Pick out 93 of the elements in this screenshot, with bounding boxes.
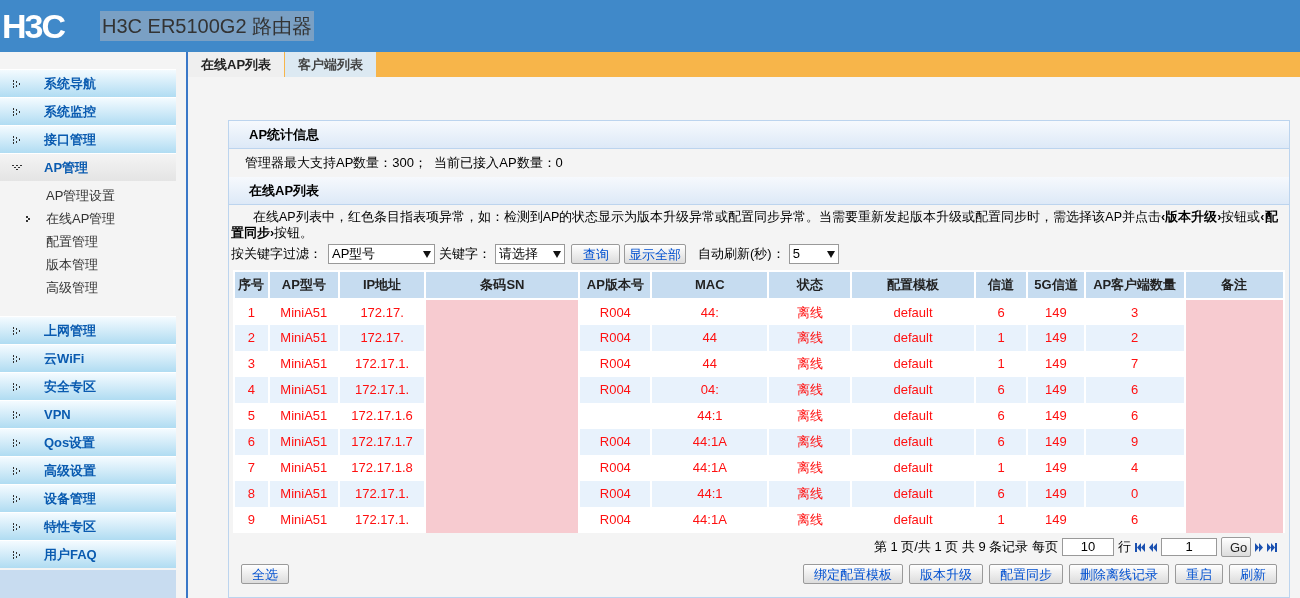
pagination-info: 第 1 页/共 1 页 共 9 条记录 每页 bbox=[873, 538, 1058, 557]
action-button[interactable]: 绑定配置模板 bbox=[803, 564, 903, 584]
collapsed-icon bbox=[12, 494, 22, 503]
collapsed-icon bbox=[12, 79, 22, 88]
submenu-item[interactable]: 在线AP管理 bbox=[0, 207, 176, 230]
collapsed-icon bbox=[12, 550, 22, 559]
last-page-icon[interactable] bbox=[1267, 542, 1277, 552]
action-button[interactable]: 配置同步 bbox=[989, 564, 1063, 584]
collapsed-icon bbox=[12, 354, 22, 363]
notice-text: 在线AP列表中，红色条目指表项异常，如：检测到AP的状态显示为版本升级异常或配置同步异常。当需要重新发起版本升级或配置同步时，需选择该AP并点击‹版本升级›按钮或‹配置同步›按钮。 bbox=[231, 209, 1279, 241]
menu-group[interactable]: 安全专区 bbox=[0, 372, 176, 400]
menu-group[interactable]: 系统监控 bbox=[0, 97, 176, 125]
menu-label: 上网管理 bbox=[44, 321, 96, 340]
menu-group[interactable]: 设备管理 bbox=[0, 484, 176, 512]
menu-group[interactable]: 云WiFi bbox=[0, 344, 176, 372]
menu-label: VPN bbox=[44, 405, 71, 424]
show-all-button[interactable]: 显示全部 bbox=[624, 244, 686, 264]
table-cell: 44:1A bbox=[651, 507, 769, 533]
logo: H3C bbox=[2, 5, 66, 47]
submenu-item[interactable]: 配置管理 bbox=[0, 230, 176, 253]
menu-label: 特性专区 bbox=[44, 517, 96, 536]
dropdown-caret-icon bbox=[423, 250, 431, 258]
collapsed-icon bbox=[12, 522, 22, 531]
stats-text: 管理器最大支持AP数量：300； 当前已接入AP数量：0 bbox=[245, 154, 563, 173]
previous-page-icon[interactable] bbox=[1149, 542, 1157, 552]
collapsed-icon bbox=[12, 107, 22, 116]
menu-group[interactable]: 用户FAQ bbox=[0, 540, 176, 568]
table-cell: R004 bbox=[579, 507, 652, 533]
refresh-select[interactable]: 5 bbox=[788, 244, 839, 264]
menu-label: AP管理 bbox=[44, 158, 89, 177]
menu-label: 系统监控 bbox=[44, 102, 96, 121]
refresh-label: 自动刷新(秒)： bbox=[698, 245, 785, 264]
submenu-item[interactable]: 版本管理 bbox=[0, 253, 176, 276]
tab[interactable]: 在线AP列表 bbox=[188, 52, 286, 77]
table-cell: 6 bbox=[1084, 507, 1185, 533]
action-button[interactable]: 删除离线记录 bbox=[1069, 564, 1169, 584]
column-header: MAC bbox=[651, 271, 769, 299]
menu-group[interactable]: 系统导航 bbox=[0, 69, 176, 97]
per-page-field[interactable]: 10 bbox=[1062, 538, 1114, 556]
collapsed-icon bbox=[12, 410, 22, 419]
menu-label: 接口管理 bbox=[44, 130, 96, 149]
action-button[interactable]: 版本升级 bbox=[909, 564, 983, 584]
table-cell: default bbox=[850, 507, 976, 533]
tab[interactable]: 客户端列表 bbox=[285, 52, 378, 77]
keyword-select[interactable]: 请选择 bbox=[495, 244, 565, 264]
collapsed-icon bbox=[12, 466, 22, 475]
collapsed-icon bbox=[12, 326, 22, 335]
dropdown-caret-icon bbox=[826, 250, 835, 258]
menu-group[interactable]: 高级设置 bbox=[0, 456, 176, 484]
table-cell: MiniA51 bbox=[268, 507, 339, 533]
next-page-icon[interactable] bbox=[1255, 542, 1263, 552]
first-page-icon[interactable] bbox=[1135, 542, 1145, 552]
action-button[interactable]: 重启 bbox=[1175, 564, 1223, 584]
menu-label: 安全专区 bbox=[44, 377, 96, 396]
menu-group[interactable]: 特性专区 bbox=[0, 512, 176, 540]
menu-group[interactable]: VPN bbox=[0, 400, 176, 428]
dropdown-caret-icon bbox=[553, 250, 561, 258]
query-button[interactable]: 查询 bbox=[571, 244, 620, 264]
filter-label: 按关键字过滤： bbox=[231, 245, 322, 264]
menu-group[interactable]: AP管理 bbox=[0, 153, 176, 181]
rows-label: 行 bbox=[1118, 538, 1131, 557]
submenu-item[interactable]: 高级管理 bbox=[0, 276, 176, 299]
column-header: 序号 bbox=[234, 271, 269, 299]
collapsed-icon bbox=[12, 382, 22, 391]
section-header: AP统计信息 bbox=[229, 121, 1289, 149]
menu-group[interactable]: 上网管理 bbox=[0, 316, 176, 344]
menu-label: 设备管理 bbox=[44, 489, 96, 508]
menu-label: Qos设置 bbox=[44, 433, 96, 452]
expanded-icon bbox=[12, 163, 22, 172]
submenu-item[interactable]: AP管理设置 bbox=[0, 184, 176, 207]
column-header: 条码SN bbox=[425, 271, 580, 299]
table-cell: 1 bbox=[975, 507, 1027, 533]
table-cell: 9 bbox=[234, 507, 269, 533]
menu-label: 系统导航 bbox=[44, 74, 96, 93]
select-all-button[interactable]: 全选 bbox=[241, 564, 289, 584]
pointer-icon bbox=[26, 215, 32, 222]
menu-label: 高级设置 bbox=[44, 461, 96, 480]
page-field[interactable]: 1 bbox=[1161, 538, 1217, 556]
collapsed-icon bbox=[12, 438, 22, 447]
table-cell: 149 bbox=[1026, 507, 1085, 533]
menu-label: 云WiFi bbox=[44, 349, 85, 368]
column-header: 配置模板 bbox=[850, 271, 976, 299]
window-title: H3C ER5100G2 路由器 bbox=[100, 11, 315, 41]
menu-group[interactable]: 接口管理 bbox=[0, 125, 176, 153]
menu-group[interactable]: Qos设置 bbox=[0, 428, 176, 456]
section-header: 在线AP列表 bbox=[229, 177, 1289, 205]
menu-label: 用户FAQ bbox=[44, 545, 97, 564]
table-cell: 离线 bbox=[768, 507, 851, 533]
keyword-label: 关键字： bbox=[439, 245, 491, 264]
action-button[interactable]: 刷新 bbox=[1229, 564, 1277, 584]
go-button[interactable]: Go bbox=[1221, 537, 1251, 557]
filter-select[interactable]: AP型号 bbox=[328, 244, 435, 264]
collapsed-icon bbox=[12, 135, 22, 144]
